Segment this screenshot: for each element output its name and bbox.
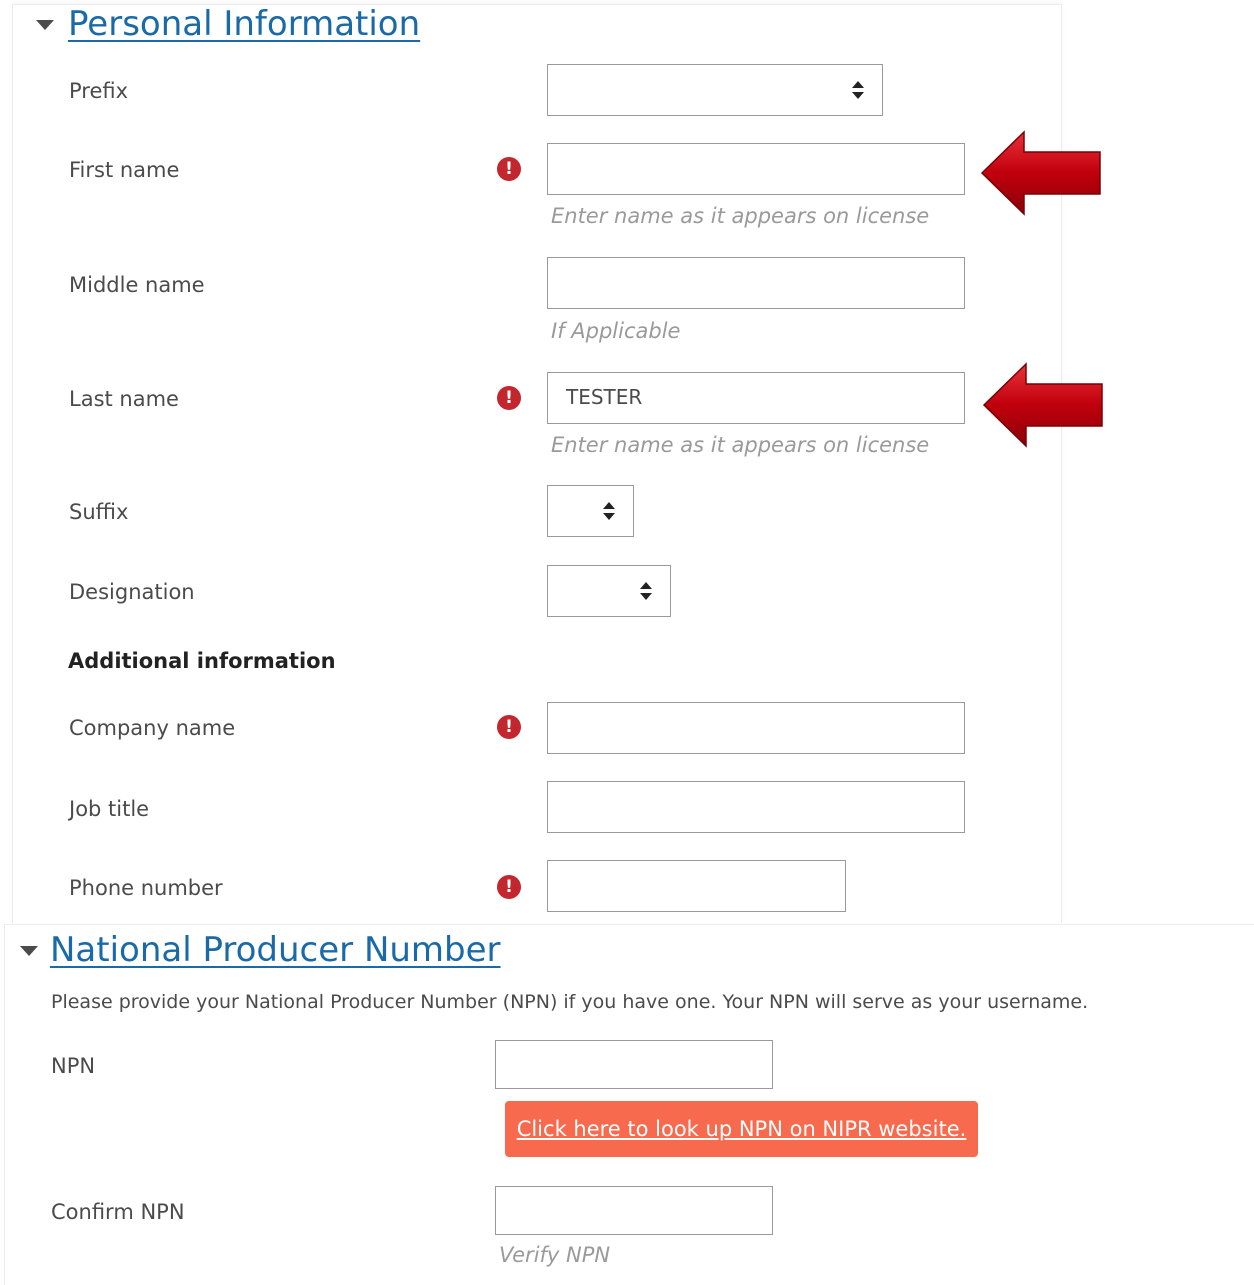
middle-name-hint: If Applicable	[551, 319, 681, 343]
suffix-label: Suffix	[69, 500, 129, 524]
caret-down-icon[interactable]	[20, 946, 38, 956]
middle-name-label: Middle name	[69, 273, 205, 297]
additional-information-heading: Additional information	[68, 649, 336, 673]
confirm-npn-hint: Verify NPN	[499, 1243, 611, 1267]
company-name-input[interactable]	[547, 702, 965, 754]
job-title-input[interactable]	[547, 781, 965, 833]
first-name-label: First name	[69, 158, 180, 182]
nipr-lookup-button[interactable]: Click here to look up NPN on NIPR websit…	[505, 1101, 978, 1157]
red-arrow-left-icon	[982, 362, 1103, 448]
caret-down-icon[interactable]	[36, 20, 54, 30]
last-name-hint: Enter name as it appears on license	[551, 433, 930, 457]
middle-name-input[interactable]	[547, 257, 965, 309]
npn-input[interactable]	[495, 1040, 773, 1089]
first-name-input[interactable]	[547, 143, 965, 195]
company-name-label: Company name	[69, 716, 236, 740]
last-name-input[interactable]: TESTER	[547, 372, 965, 424]
exclamation-circle-icon: !	[497, 157, 521, 181]
personal-information-title[interactable]: Personal Information	[68, 4, 420, 44]
confirm-npn-label: Confirm NPN	[51, 1200, 185, 1224]
designation-label: Designation	[69, 580, 195, 604]
npn-description: Please provide your National Producer Nu…	[51, 991, 1089, 1013]
phone-number-input[interactable]	[547, 860, 846, 912]
red-arrow-left-icon	[980, 130, 1101, 216]
prefix-label: Prefix	[69, 79, 129, 103]
first-name-hint: Enter name as it appears on license	[551, 204, 930, 228]
sort-updown-icon	[640, 582, 652, 600]
exclamation-circle-icon: !	[497, 715, 521, 739]
sort-updown-icon	[852, 81, 864, 99]
npn-label: NPN	[51, 1054, 96, 1078]
confirm-npn-input[interactable]	[495, 1186, 773, 1235]
sort-updown-icon	[603, 502, 615, 520]
prefix-select[interactable]	[547, 64, 883, 116]
national-producer-number-title[interactable]: National Producer Number	[50, 930, 501, 970]
suffix-select[interactable]	[547, 485, 634, 537]
last-name-label: Last name	[69, 387, 179, 411]
designation-select[interactable]	[547, 565, 671, 617]
exclamation-circle-icon: !	[497, 386, 521, 410]
phone-number-label: Phone number	[69, 876, 223, 900]
job-title-label: Job title	[69, 797, 150, 821]
exclamation-circle-icon: !	[497, 875, 521, 899]
